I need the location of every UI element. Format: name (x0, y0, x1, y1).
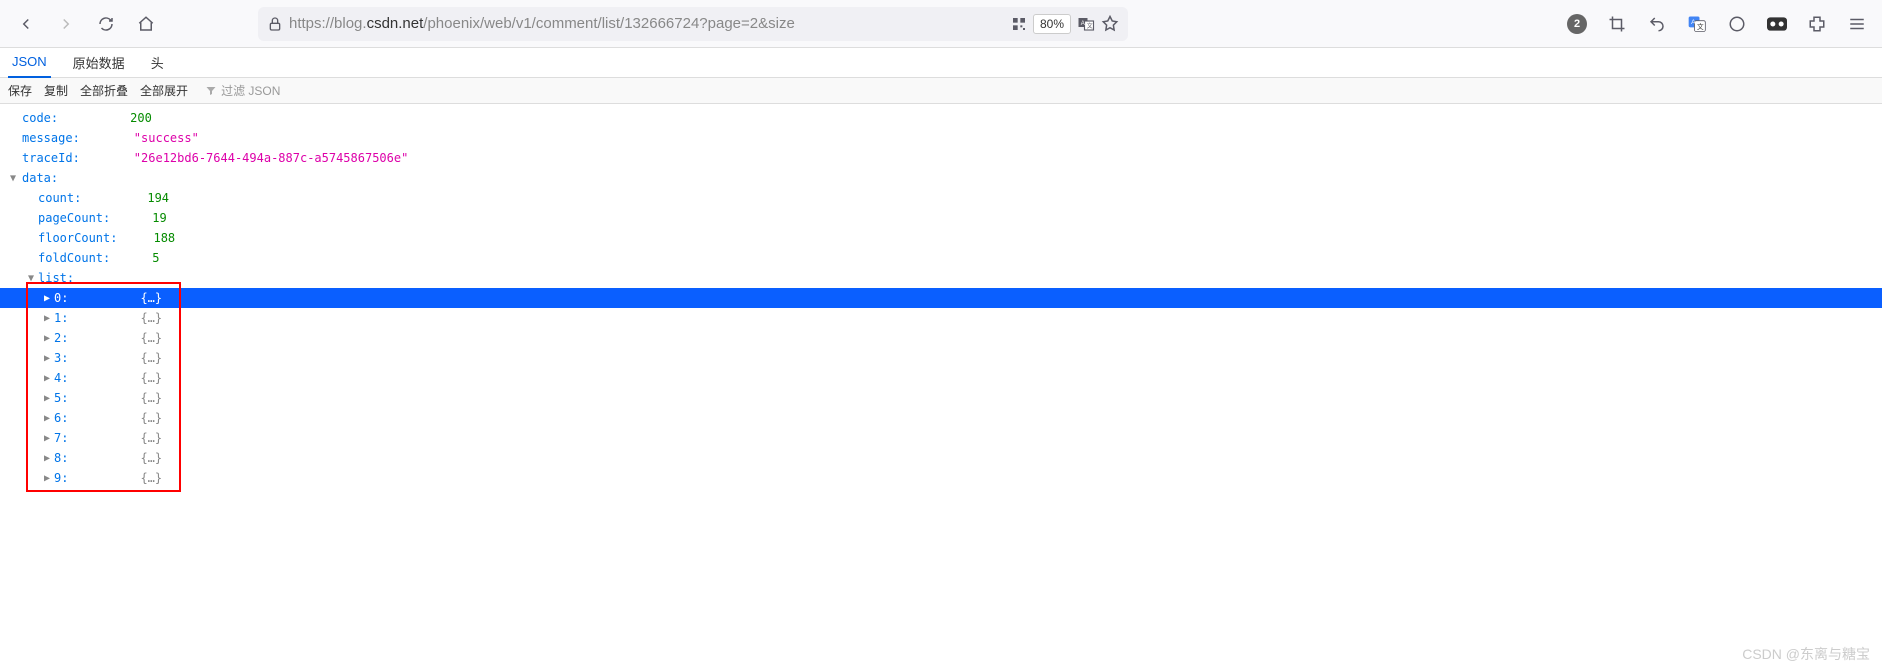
expand-toggle-icon[interactable]: ▶ (42, 333, 52, 344)
copy-button[interactable]: 复制 (44, 82, 68, 99)
translate-ext-icon[interactable]: A文 (1680, 7, 1714, 41)
zoom-level[interactable]: 80% (1033, 14, 1071, 34)
filter-input[interactable]: 过滤 JSON (200, 80, 285, 101)
json-row-list[interactable]: ▼list: (0, 268, 1882, 288)
forward-button[interactable] (48, 6, 84, 42)
json-row-data[interactable]: ▼data: (0, 168, 1882, 188)
expand-toggle-icon[interactable]: ▶ (42, 473, 52, 484)
expand-toggle-icon[interactable]: ▶ (42, 293, 52, 304)
watermark: CSDN @东离与糖宝 (1742, 644, 1870, 664)
crop-icon[interactable] (1600, 7, 1634, 41)
filter-placeholder: 过滤 JSON (221, 82, 280, 99)
back-button[interactable] (8, 6, 44, 42)
svg-text:A: A (1691, 19, 1696, 26)
expand-toggle-icon[interactable]: ▶ (42, 433, 52, 444)
extensions-icon[interactable] (1800, 7, 1834, 41)
expand-toggle-icon[interactable]: ▶ (42, 353, 52, 364)
list-item[interactable]: ▶2:{…} (0, 328, 1882, 348)
expand-all-button[interactable]: 全部展开 (140, 82, 188, 99)
list-item[interactable]: ▶0:{…} (0, 288, 1882, 308)
collapse-all-button[interactable]: 全部折叠 (80, 82, 128, 99)
menu-icon[interactable] (1840, 7, 1874, 41)
tab-json[interactable]: JSON (8, 48, 51, 78)
home-button[interactable] (128, 6, 164, 42)
json-row-message[interactable]: message:"success" (0, 128, 1882, 148)
tab-raw[interactable]: 原始数据 (69, 48, 129, 78)
collapse-toggle-icon[interactable]: ▼ (8, 173, 18, 184)
list-item[interactable]: ▶7:{…} (0, 428, 1882, 448)
svg-text:A: A (1081, 20, 1085, 26)
expand-toggle-icon[interactable]: ▶ (42, 453, 52, 464)
lock-icon (267, 16, 283, 32)
bookmark-star-icon[interactable] (1101, 15, 1119, 33)
json-viewer: code:200 message:"success" traceId:"26e1… (0, 104, 1882, 492)
url-bar-container: https://blog.csdn.net/phoenix/web/v1/com… (258, 7, 1466, 41)
tab-headers[interactable]: 头 (147, 48, 168, 78)
expand-toggle-icon[interactable]: ▶ (42, 373, 52, 384)
json-row-code[interactable]: code:200 (0, 108, 1882, 128)
json-row-foldcount[interactable]: foldCount:5 (0, 248, 1882, 268)
collapse-toggle-icon[interactable]: ▼ (26, 273, 36, 284)
json-toolbar: 保存 复制 全部折叠 全部展开 过滤 JSON (0, 78, 1882, 104)
url-text: https://blog.csdn.net/phoenix/web/v1/com… (289, 15, 1005, 32)
list-item[interactable]: ▶8:{…} (0, 448, 1882, 468)
response-tabs: JSON 原始数据 头 (0, 48, 1882, 78)
list-item[interactable]: ▶1:{…} (0, 308, 1882, 328)
expand-toggle-icon[interactable]: ▶ (42, 393, 52, 404)
undo-icon[interactable] (1640, 7, 1674, 41)
qr-icon[interactable] (1011, 16, 1027, 32)
list-item[interactable]: ▶6:{…} (0, 408, 1882, 428)
filter-icon (205, 85, 217, 97)
eyes-icon[interactable] (1760, 7, 1794, 41)
toolbar-right-icons: 2 A文 (1560, 7, 1874, 41)
circle-icon[interactable] (1720, 7, 1754, 41)
list-item[interactable]: ▶4:{…} (0, 368, 1882, 388)
blocked-count-icon[interactable]: 2 (1560, 7, 1594, 41)
browser-toolbar: https://blog.csdn.net/phoenix/web/v1/com… (0, 0, 1882, 48)
expand-toggle-icon[interactable]: ▶ (42, 413, 52, 424)
list-item[interactable]: ▶9:{…} (0, 468, 1882, 488)
svg-text:文: 文 (1697, 22, 1704, 31)
translate-icon[interactable]: A文 (1077, 15, 1095, 33)
json-row-pagecount[interactable]: pageCount:19 (0, 208, 1882, 228)
list-item[interactable]: ▶3:{…} (0, 348, 1882, 368)
json-row-traceid[interactable]: traceId:"26e12bd6-7644-494a-887c-a574586… (0, 148, 1882, 168)
url-bar[interactable]: https://blog.csdn.net/phoenix/web/v1/com… (258, 7, 1128, 41)
save-button[interactable]: 保存 (8, 82, 32, 99)
expand-toggle-icon[interactable]: ▶ (42, 313, 52, 324)
reload-button[interactable] (88, 6, 124, 42)
json-row-floorcount[interactable]: floorCount:188 (0, 228, 1882, 248)
json-row-count[interactable]: count:194 (0, 188, 1882, 208)
list-item[interactable]: ▶5:{…} (0, 388, 1882, 408)
